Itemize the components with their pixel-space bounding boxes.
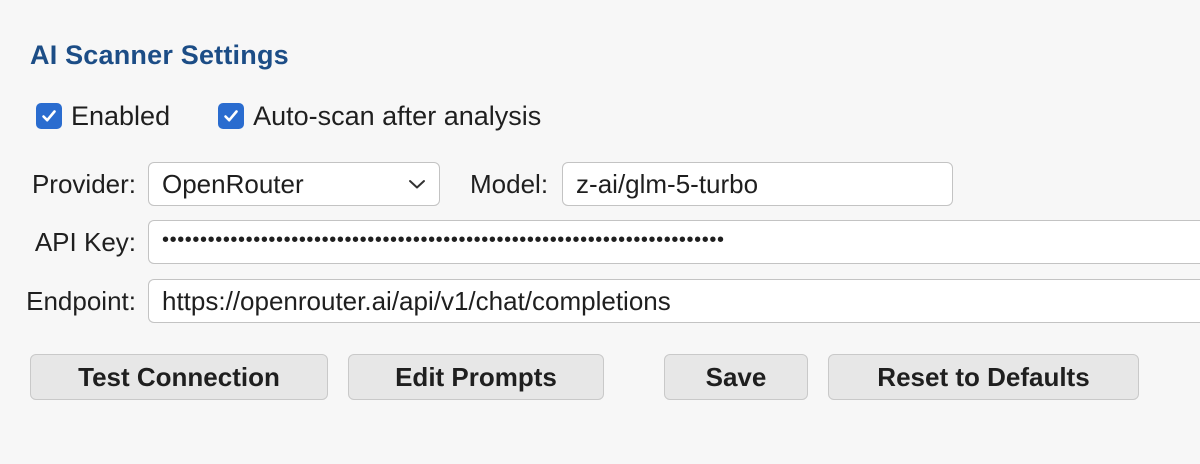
- section-title: AI Scanner Settings: [30, 40, 289, 70]
- api-key-label: API Key:: [34, 226, 136, 257]
- checkmark-icon: [224, 110, 238, 122]
- provider-select[interactable]: OpenRouter: [148, 162, 440, 206]
- test-connection-button[interactable]: Test Connection: [30, 354, 328, 400]
- model-input[interactable]: z-ai/glm-5-turbo: [562, 162, 954, 206]
- model-label: Model:: [470, 168, 549, 199]
- options-row: Enabled Auto-scan after analysis: [36, 98, 541, 134]
- endpoint-input[interactable]: https://openrouter.ai/api/v1/chat/comple…: [148, 279, 1200, 323]
- endpoint-value: https://openrouter.ai/api/v1/chat/comple…: [162, 285, 671, 316]
- api-key-masked-value: ••••••••••••••••••••••••••••••••••••••••…: [162, 229, 725, 251]
- api-key-input[interactable]: ••••••••••••••••••••••••••••••••••••••••…: [148, 220, 1200, 264]
- enabled-checkbox[interactable]: [36, 103, 62, 129]
- enabled-option[interactable]: Enabled: [36, 101, 170, 132]
- api-key-row: API Key: •••••••••••••••••••••••••••••••…: [0, 220, 1200, 264]
- enabled-label: Enabled: [71, 100, 171, 131]
- endpoint-row: Endpoint: https://openrouter.ai/api/v1/c…: [0, 279, 1200, 323]
- provider-label: Provider:: [31, 168, 136, 199]
- endpoint-label: Endpoint:: [26, 285, 136, 316]
- auto-scan-label: Auto-scan after analysis: [253, 100, 542, 131]
- save-button[interactable]: Save: [664, 354, 808, 400]
- edit-prompts-button[interactable]: Edit Prompts: [348, 354, 604, 400]
- reset-to-defaults-button[interactable]: Reset to Defaults: [828, 354, 1139, 400]
- provider-model-row: Provider: OpenRouter Model: z-ai/glm-5-t…: [0, 162, 954, 206]
- model-value: z-ai/glm-5-turbo: [576, 168, 759, 199]
- chevron-down-icon: [409, 180, 425, 189]
- checkmark-icon: [42, 110, 56, 122]
- action-buttons: Test Connection Edit Prompts Save Reset …: [30, 354, 1139, 400]
- auto-scan-option[interactable]: Auto-scan after analysis: [218, 101, 541, 132]
- auto-scan-checkbox[interactable]: [218, 103, 245, 129]
- provider-value: OpenRouter: [162, 168, 304, 199]
- ai-scanner-settings-panel: AI Scanner Settings Enabled Auto-scan af…: [0, 0, 1200, 464]
